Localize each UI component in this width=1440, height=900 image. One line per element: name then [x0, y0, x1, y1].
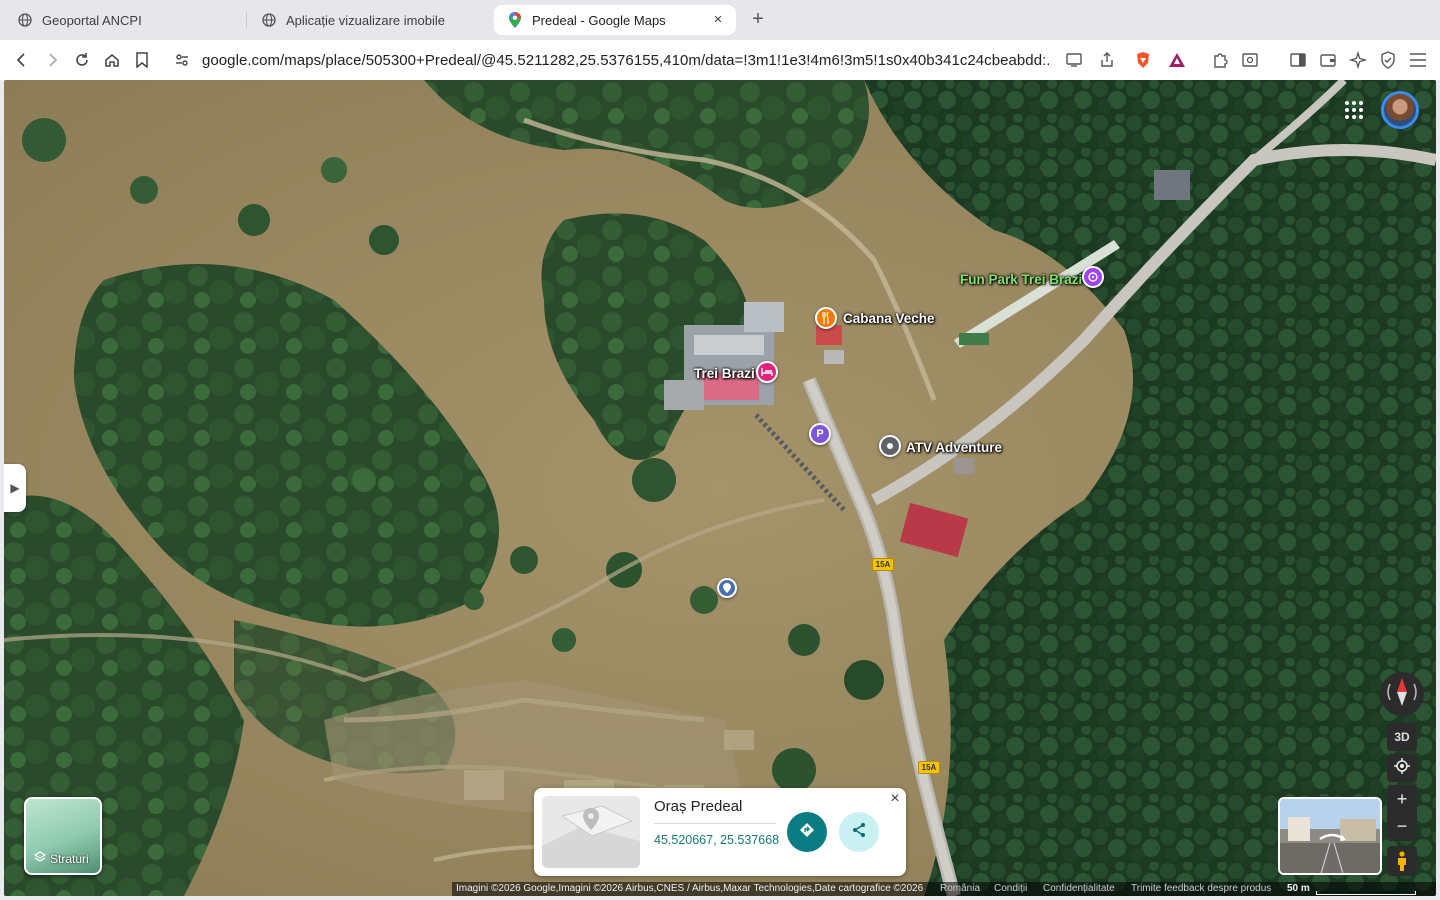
- sidebar-icon[interactable]: [1286, 48, 1310, 72]
- bookmark-icon[interactable]: [130, 48, 154, 72]
- avatar[interactable]: [1381, 91, 1419, 129]
- my-location-button[interactable]: [1387, 754, 1417, 782]
- google-apps-icon[interactable]: [1344, 100, 1364, 120]
- place-card: Oraș Predeal 45.520667, 25.537668 ×: [534, 788, 906, 876]
- satellite-map[interactable]: Fun Park Trei Brazi Cabana Veche Trei Br…: [4, 80, 1436, 896]
- place-icon[interactable]: [879, 435, 901, 457]
- directions-button[interactable]: [787, 812, 827, 852]
- globe-icon: [262, 13, 276, 27]
- road-badge-15a: 15A: [918, 761, 940, 774]
- zoom-in-button[interactable]: +: [1387, 785, 1417, 813]
- divider: [654, 823, 776, 824]
- dropped-pin-icon[interactable]: [717, 578, 737, 598]
- layers-label: Straturi: [50, 851, 89, 866]
- hotel-icon[interactable]: [756, 361, 778, 383]
- cast-icon[interactable]: [1062, 48, 1086, 72]
- tab-aplicatie[interactable]: Aplicație vizualizare imobile: [248, 5, 488, 35]
- pegman-icon[interactable]: [1387, 846, 1417, 876]
- globe-icon: [18, 13, 32, 27]
- close-tab-button[interactable]: ×: [710, 12, 726, 28]
- scale-label[interactable]: 50 m: [1287, 882, 1310, 896]
- wallet-icon[interactable]: [1316, 48, 1340, 72]
- tab-google-maps[interactable]: Predeal - Google Maps ×: [494, 5, 736, 35]
- directions-icon: [799, 822, 815, 843]
- google-maps-icon: [508, 12, 522, 28]
- poi-label-fun-park[interactable]: Fun Park Trei Brazi: [960, 272, 1082, 287]
- share-icon: [851, 822, 867, 843]
- toggle-3d-button[interactable]: 3D: [1387, 723, 1417, 751]
- reload-icon[interactable]: [70, 48, 94, 72]
- brave-shield-icon[interactable]: [1131, 48, 1155, 72]
- browser-toolbar: google.com/maps/place/505300+Predeal/@45…: [0, 40, 1440, 80]
- layers-button[interactable]: Straturi: [24, 797, 102, 875]
- poi-label-trei-brazi[interactable]: Trei Brazi: [694, 366, 755, 381]
- close-card-button[interactable]: ×: [886, 790, 904, 808]
- home-icon[interactable]: [100, 48, 124, 72]
- new-tab-button[interactable]: +: [748, 8, 768, 32]
- terms-link[interactable]: Condiții: [994, 882, 1027, 896]
- compass-button[interactable]: [1380, 672, 1424, 716]
- share-button[interactable]: [839, 812, 879, 852]
- poi-label-atv-adventure[interactable]: ATV Adventure: [906, 440, 1002, 455]
- amusement-icon[interactable]: [1082, 266, 1104, 288]
- imagery-attribution: Imagini ©2026 Google,Imagini ©2026 Airbu…: [456, 883, 924, 894]
- expand-panel-button[interactable]: ▶: [4, 464, 26, 512]
- menu-icon[interactable]: [1406, 48, 1430, 72]
- site-settings-icon[interactable]: [170, 48, 194, 72]
- address-bar[interactable]: google.com/maps/place/505300+Predeal/@45…: [164, 45, 1120, 75]
- tab-bar: Geoportal ANCPI Aplicație vizualizare im…: [0, 0, 1440, 40]
- share-page-icon[interactable]: [1095, 48, 1119, 72]
- restaurant-icon[interactable]: [815, 307, 837, 329]
- chevron-right-icon: ▶: [10, 481, 20, 495]
- poi-label-cabana-veche[interactable]: Cabana Veche: [843, 311, 935, 326]
- privacy-link[interactable]: Confidențialitate: [1043, 882, 1115, 896]
- layers-icon: [33, 851, 47, 866]
- forward-icon[interactable]: [40, 48, 64, 72]
- brave-rewards-icon[interactable]: [1165, 48, 1189, 72]
- zoom-controls: + −: [1387, 785, 1417, 841]
- street-view-thumbnail[interactable]: [1278, 797, 1382, 875]
- map-footer: Imagini ©2026 Google,Imagini ©2026 Airbu…: [452, 882, 1436, 896]
- scale-bar[interactable]: [1316, 891, 1416, 895]
- tab-title: Aplicație vizualizare imobile: [286, 12, 445, 28]
- feedback-link[interactable]: Trimite feedback despre produs: [1131, 882, 1271, 896]
- locate-icon: [1394, 757, 1410, 779]
- satellite-imagery: [4, 80, 1436, 896]
- extensions-icon[interactable]: [1208, 48, 1232, 72]
- leo-ai-icon[interactable]: [1346, 48, 1370, 72]
- zoom-out-button[interactable]: −: [1387, 813, 1417, 841]
- reader-icon[interactable]: [1238, 48, 1262, 72]
- place-thumbnail[interactable]: [542, 796, 640, 868]
- tab-geoportal[interactable]: Geoportal ANCPI: [4, 5, 244, 35]
- country-link[interactable]: România: [940, 882, 980, 896]
- vpn-shield-icon[interactable]: [1376, 48, 1400, 72]
- url-text[interactable]: google.com/maps/place/505300+Predeal/@45…: [202, 52, 1052, 69]
- parking-icon[interactable]: P: [809, 423, 831, 445]
- road-badge-15a: 15A: [872, 558, 894, 571]
- compass-icon: [1384, 674, 1420, 715]
- back-icon[interactable]: [10, 48, 34, 72]
- tab-title: Predeal - Google Maps: [532, 12, 666, 28]
- tab-title: Geoportal ANCPI: [42, 12, 142, 28]
- place-title: Oraș Predeal: [654, 798, 743, 815]
- place-coordinates[interactable]: 45.520667, 25.537668: [654, 833, 779, 847]
- tab-separator: [246, 12, 247, 28]
